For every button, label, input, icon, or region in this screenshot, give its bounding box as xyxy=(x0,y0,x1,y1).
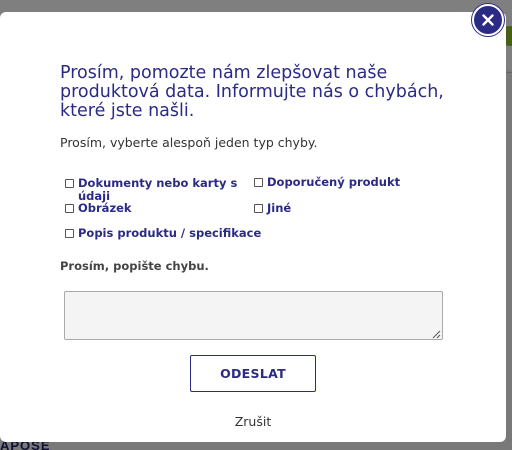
description-textarea[interactable] xyxy=(64,291,443,340)
cancel-link[interactable]: Zrušit xyxy=(0,414,506,429)
checkbox-label: Obrázek xyxy=(78,201,132,215)
close-button[interactable] xyxy=(472,4,504,36)
checkbox-label: Jiné xyxy=(267,201,292,215)
checkbox-product-description[interactable]: Popis produktu / specifikace xyxy=(65,227,261,240)
checkbox-recommended-product[interactable]: Doporučený produkt xyxy=(254,176,400,189)
checkbox-label: Doporučený produkt xyxy=(267,175,401,189)
checkbox-documents[interactable]: Dokumenty nebo karty s údaji xyxy=(65,177,240,203)
checkbox-box[interactable] xyxy=(254,178,263,187)
report-error-dialog: Prosím, pomozte nám zlepšovat naše produ… xyxy=(0,12,506,442)
description-label: Prosím, popište chybu. xyxy=(60,259,209,273)
checkbox-image[interactable]: Obrázek xyxy=(65,202,132,215)
checkbox-box[interactable] xyxy=(65,204,74,213)
checkbox-label: Popis produktu / specifikace xyxy=(78,226,262,240)
submit-button[interactable]: ODESLAT xyxy=(190,355,316,392)
checkbox-label: Dokumenty nebo karty s údaji xyxy=(78,176,238,203)
checkbox-box[interactable] xyxy=(254,204,263,213)
dialog-subtitle: Prosím, vyberte alespoň jeden typ chyby. xyxy=(60,135,318,150)
checkbox-other[interactable]: Jiné xyxy=(254,202,291,215)
dialog-title: Prosím, pomozte nám zlepšovat naše produ… xyxy=(60,63,444,121)
checkbox-box[interactable] xyxy=(65,179,74,188)
resize-grip-icon[interactable] xyxy=(432,330,441,339)
close-icon xyxy=(482,14,494,26)
checkbox-box[interactable] xyxy=(65,229,74,238)
